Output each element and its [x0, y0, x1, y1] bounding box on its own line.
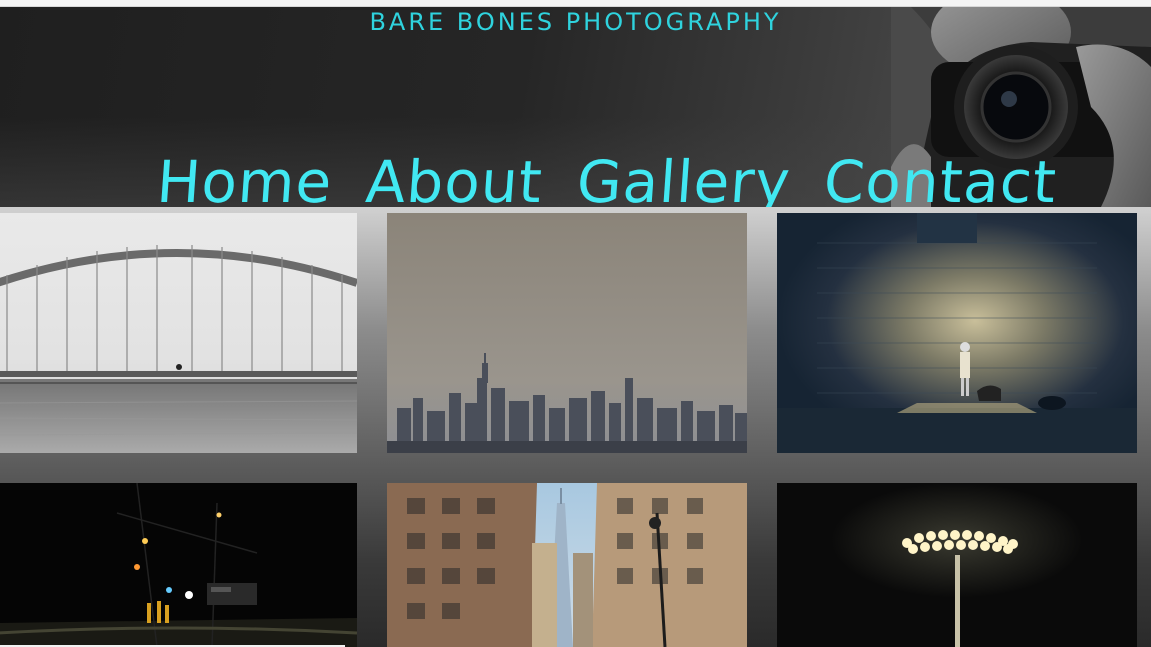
main-nav: Home About Gallery Contact [155, 137, 1060, 207]
site-title: BARE BONES PHOTOGRAPHY [369, 8, 782, 36]
gallery-photo-skyline[interactable] [387, 213, 747, 453]
gallery-photo-night-street[interactable] [0, 483, 357, 647]
gallery-photo-stadium-light[interactable] [777, 483, 1137, 647]
nav-home-link[interactable]: Home [155, 147, 335, 207]
gallery-photo-child-with-dog[interactable] [777, 213, 1137, 453]
nav-gallery-link[interactable]: Gallery [574, 147, 792, 207]
gallery-photo-downtown-tower[interactable] [387, 483, 747, 647]
gallery-photo-bridge[interactable] [0, 213, 357, 453]
nav-about-link[interactable]: About [364, 147, 545, 207]
site-header: BARE BONES PHOTOGRAPHY Home About Galler… [0, 7, 1151, 207]
nav-contact-link[interactable]: Contact [822, 147, 1060, 207]
window-top-strip [0, 0, 1151, 7]
